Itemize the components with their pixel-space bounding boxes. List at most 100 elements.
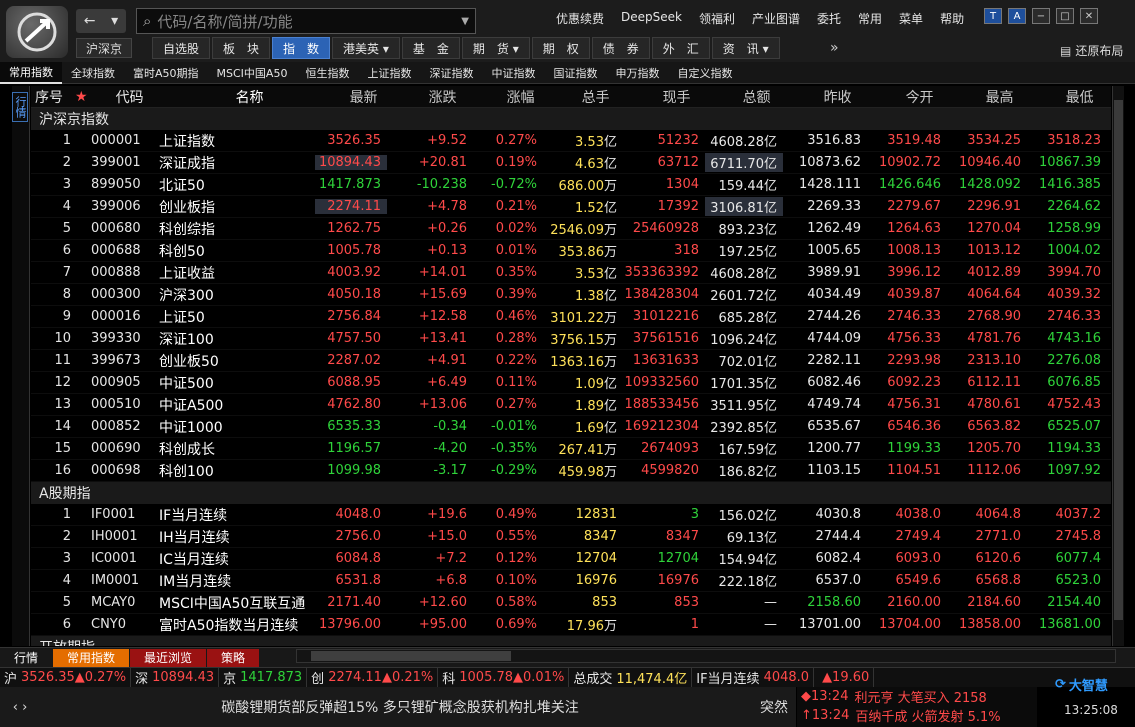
ticker-item[interactable]: 总成交 11,474.4亿 [569,667,693,688]
subtab[interactable]: 中证指数 [482,62,544,84]
table-row[interactable]: 15 000690 科创成长 1196.57 -4.20 -0.35% 267.41万 267… [31,438,1111,460]
ticker-item[interactable]: 创 2274.11▲0.21% [307,667,439,688]
subtab[interactable]: 自定义指数 [668,62,741,84]
close-icon[interactable]: ✕ [1080,8,1098,24]
search-box[interactable]: ⌕ 代码/名称/简拼/功能 ▼ [136,8,476,34]
bottom-tab-quotes[interactable]: 行情 [0,649,52,667]
column-header[interactable]: 代码 [88,87,172,107]
nav-tab[interactable]: 资 讯 ▾ [711,37,780,59]
column-header[interactable]: 现手 [636,87,718,107]
ticker-item[interactable]: 科 1005.78▲0.01% [438,667,570,688]
table-row[interactable]: 10 399330 深证100 4757.50 +13.41 0.28% 3756.15万 3… [31,328,1111,350]
column-header[interactable]: 昨收 [796,87,880,107]
table-row[interactable]: 4 399006 创业板指 2274.11 +4.78 0.21% 1.52亿 17392 31… [31,196,1111,218]
top-menu-item[interactable]: 领福利 [699,10,735,27]
table-row[interactable]: 2 399001 深证成指 10894.43 +20.81 0.19% 4.63亿 63712… [31,152,1111,174]
sort-star-icon[interactable]: ★ [75,89,88,105]
table-row[interactable]: 3 899050 北证50 1417.873 -10.238 -0.72% 686.00万 1… [31,174,1111,196]
bottom-tab-recent[interactable]: 最近浏览 [130,648,207,667]
subtab[interactable]: 上证指数 [358,62,420,84]
table-row[interactable]: 3 IC0001 IC当月连续 6084.8 +7.2 0.12% 12704 12704 15… [31,548,1111,570]
table-row[interactable]: 7 000888 上证收益 4003.92 +14.01 0.35% 3.53亿 353363… [31,262,1111,284]
nav-tab[interactable]: 自选股 [152,37,211,59]
top-menu-item[interactable]: 委托 [817,10,841,27]
subtab[interactable]: 深证指数 [420,62,482,84]
nav-tab[interactable]: 债 券 [591,37,650,59]
table-row[interactable]: 12 000905 中证500 6088.95 +6.49 0.11% 1.09亿 10933… [31,372,1111,394]
table-row[interactable]: 1 000001 上证指数 3526.35 +9.52 0.27% 3.53亿 51232 46… [31,130,1111,152]
top-menu-item[interactable]: 菜单 [899,10,923,27]
column-header[interactable]: 最高 [960,87,1040,107]
top-menu-item[interactable]: DeepSeek [621,10,682,27]
nav-tab[interactable]: 板 块 [212,37,271,59]
nav-tab[interactable]: 期 货 ▾ [461,37,530,59]
hscroll-thumb[interactable] [311,651,511,661]
search-dropdown-icon[interactable]: ▼ [461,16,469,27]
nav-history[interactable]: ← ▾ [76,9,126,33]
subtab[interactable]: 常用指数 [0,61,62,84]
top-menu-item[interactable]: 常用 [858,10,882,27]
vertical-scrollbar[interactable] [1112,86,1124,646]
maximize-icon[interactable]: □ [1056,8,1074,24]
column-header[interactable]: 名称 [172,87,328,107]
news-headline[interactable]: 碳酸锂期货部反弹超15% 多只锂矿概念股获机构扎堆关注 [40,697,760,717]
news-nav-icon[interactable]: ‹ › [0,700,40,715]
nav-tab[interactable]: 指 数 [272,37,331,59]
table-row[interactable]: 6 CNY0 富时A50指数当月连续 13796.00 +95.00 0.69% 17.96… [31,614,1111,636]
app-logo[interactable] [6,6,68,58]
minimize-icon[interactable]: − [1032,8,1050,24]
column-header[interactable]: 序号 [31,87,75,107]
side-tab-quotes[interactable]: 行情 [12,92,28,122]
top-menu-item[interactable]: 优惠续费 [556,10,604,27]
subtab[interactable]: 全球指数 [62,62,124,84]
column-header[interactable]: 总手 [556,87,636,107]
trade-icon[interactable]: T [984,8,1002,24]
column-header[interactable]: 涨跌 [400,87,486,107]
history-dropdown-icon[interactable]: ▾ [111,13,118,29]
nav-tab[interactable]: 基 金 [401,37,460,59]
table-row[interactable]: 9 000016 上证50 2756.84 +12.58 0.46% 3101.22万 310… [31,306,1111,328]
nav-tab[interactable]: 外 汇 [651,37,710,59]
bottom-tab-common-index[interactable]: 常用指数 [53,648,130,667]
subtab[interactable]: 国证指数 [544,62,606,84]
alert-item[interactable]: ◆13:24 利元亨 大笔买入 2158 [801,687,1037,706]
ticker-item[interactable]: 京 1417.873 [219,667,308,688]
alert-item[interactable]: ↑13:24 百纳千成 火箭发射 5.1% [801,706,1037,725]
subtab[interactable]: 恒生指数 [296,62,358,84]
column-header[interactable]: 涨幅 [486,87,556,107]
ticker-item[interactable]: ▲19.60 [814,667,875,688]
column-header[interactable]: 总额 [718,87,796,107]
subtab[interactable]: MSCI中国A50 [208,62,297,84]
scroll-thumb[interactable] [1114,100,1123,620]
nav-tab[interactable]: 港美英 ▾ [332,37,400,59]
search-placeholder[interactable]: 代码/名称/简拼/功能 [157,11,292,32]
table-row[interactable]: 5 000680 科创综指 1262.75 +0.26 0.02% 2546.09万 2546… [31,218,1111,240]
ticker-item[interactable]: 深 10894.43 [131,667,220,688]
bottom-tab-strategy[interactable]: 策略 [207,648,260,667]
table-row[interactable]: 11 399673 创业板50 2287.02 +4.91 0.22% 1363.16万 13… [31,350,1111,372]
table-row[interactable]: 14 000852 中证1000 6535.33 -0.34 -0.01% 1.69亿 169… [31,416,1111,438]
table-row[interactable]: 8 000300 沪深300 4050.18 +15.69 0.39% 1.38亿 13842… [31,284,1111,306]
column-header[interactable]: 今开 [880,87,960,107]
restore-layout-button[interactable]: ▤ 还原布局 [1060,42,1123,59]
top-menu-item[interactable]: 帮助 [940,10,964,27]
column-header[interactable]: 最低 [1040,87,1111,107]
table-row[interactable]: 2 IH0001 IH当月连续 2756.0 +15.0 0.55% 8347 8347 69.… [31,526,1111,548]
horizontal-scrollbar[interactable] [296,649,1116,663]
table-row[interactable]: 4 IM0001 IM当月连续 6531.8 +6.8 0.10% 16976 16976 22… [31,570,1111,592]
nav-tab[interactable]: 期 权 [531,37,590,59]
column-header[interactable]: 最新 [328,87,400,107]
font-icon[interactable]: A [1008,8,1026,24]
more-tabs-icon[interactable]: » [830,40,839,56]
top-menu-item[interactable]: 产业图谱 [752,10,800,27]
table-row[interactable]: 13 000510 中证A500 4762.80 +13.06 0.27% 1.89亿 188… [31,394,1111,416]
table-row[interactable]: 1 IF0001 IF当月连续 4048.0 +19.6 0.49% 12831 3 156.0… [31,504,1111,526]
subtab[interactable]: 富时A50期指 [124,62,208,84]
back-arrow-icon[interactable]: ← [84,13,96,29]
table-row[interactable]: 16 000698 科创100 1099.98 -3.17 -0.29% 459.98万 45… [31,460,1111,482]
market-selector-button[interactable]: 沪深京 [76,38,132,58]
table-row[interactable]: 6 000688 科创50 1005.78 +0.13 0.01% 353.86万 318 19… [31,240,1111,262]
table-row[interactable]: 5 MCAY0 MSCI中国A50互联互通 2171.40 +12.60 0.58% 853… [31,592,1111,614]
ticker-item[interactable]: IF当月连续 4048.0 [692,667,815,688]
subtab[interactable]: 申万指数 [606,62,668,84]
